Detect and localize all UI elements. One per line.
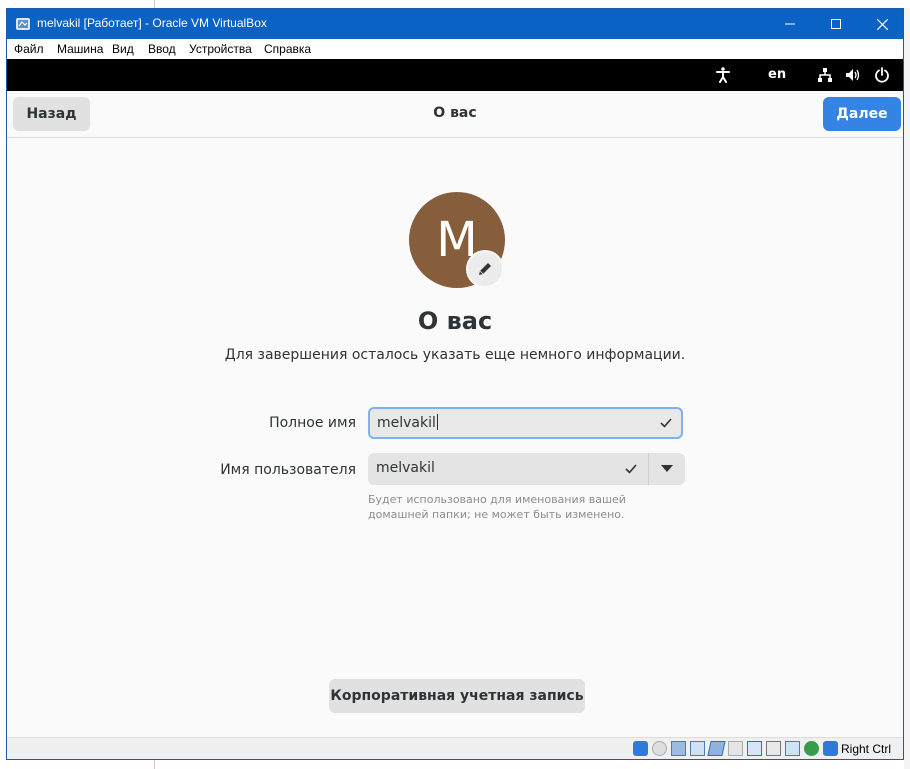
initial-setup-page: Назад О вас Далее M О вас Для завершения…: [7, 91, 903, 737]
network-adapter-icon[interactable]: [690, 741, 705, 756]
minimize-icon: [785, 23, 795, 25]
page-heading: О вас: [417, 307, 493, 335]
shared-folder-icon[interactable]: [728, 741, 743, 756]
accessibility-icon[interactable]: [716, 67, 730, 83]
full-name-value: melvakil: [377, 414, 438, 431]
username-dropdown-button[interactable]: [648, 453, 685, 485]
chevron-down-icon: [661, 465, 673, 472]
menu-machine[interactable]: Машина: [57, 42, 103, 56]
minimize-button[interactable]: [767, 9, 813, 39]
optical-drive-icon[interactable]: [633, 741, 648, 756]
header-title: О вас: [433, 105, 477, 121]
mouse-integration-icon[interactable]: [823, 741, 838, 756]
page-subtitle: Для завершения осталось указать еще немн…: [224, 347, 686, 363]
virtualbox-app-icon: [15, 16, 31, 32]
menu-view[interactable]: Вид: [112, 42, 134, 56]
network-icon[interactable]: [817, 67, 833, 83]
close-icon: [876, 18, 888, 30]
host-edge: [904, 8, 910, 769]
menu-bar: Файл Машина Вид Ввод Устройства Справка: [7, 39, 903, 59]
audio-icon[interactable]: [671, 741, 686, 756]
username-label: Имя пользователя: [220, 462, 356, 478]
menu-devices[interactable]: Устройства: [189, 42, 252, 56]
display-icon[interactable]: [747, 741, 762, 756]
vm-status-bar: Right Ctrl: [7, 737, 903, 759]
language-indicator[interactable]: en: [768, 67, 786, 82]
close-window-button[interactable]: [859, 9, 903, 39]
menu-input[interactable]: Ввод: [148, 42, 176, 56]
header-bar: Назад О вас Далее: [7, 91, 903, 138]
username-hint: Будет использовано для именования вашей …: [368, 493, 626, 521]
username-value: melvakil: [376, 460, 435, 476]
text-cursor: [436, 414, 438, 430]
usb-icon[interactable]: [707, 741, 726, 756]
volume-icon[interactable]: [845, 67, 861, 83]
menu-file[interactable]: Файл: [14, 42, 44, 56]
gnome-top-bar: en: [7, 59, 903, 91]
power-icon[interactable]: [874, 67, 890, 83]
menu-help[interactable]: Справка: [264, 42, 311, 56]
virtualization-icon[interactable]: [785, 741, 800, 756]
full-name-label: Полное имя: [269, 415, 356, 431]
recording-icon[interactable]: [766, 741, 781, 756]
title-bar[interactable]: melvakil [Работает] - Oracle VM VirtualB…: [7, 9, 903, 39]
username-field[interactable]: melvakil: [368, 453, 648, 485]
maximize-button[interactable]: [813, 9, 859, 39]
pencil-icon: [479, 263, 491, 275]
host-key-label: Right Ctrl: [841, 742, 892, 756]
guest-additions-icon[interactable]: [804, 741, 819, 756]
window-title: melvakil [Работает] - Oracle VM VirtualB…: [37, 16, 267, 30]
full-name-valid-check-icon: [659, 416, 673, 434]
cd-disk-icon[interactable]: [652, 741, 667, 756]
maximize-icon: [831, 19, 841, 29]
virtualbox-window: melvakil [Работает] - Oracle VM VirtualB…: [6, 8, 904, 760]
enterprise-login-button[interactable]: Корпоративная учетная запись: [329, 679, 585, 713]
username-valid-check-icon: [624, 462, 638, 480]
edit-avatar-button[interactable]: [466, 250, 504, 288]
full-name-field[interactable]: melvakil: [368, 407, 683, 439]
next-button[interactable]: Далее: [823, 97, 901, 131]
